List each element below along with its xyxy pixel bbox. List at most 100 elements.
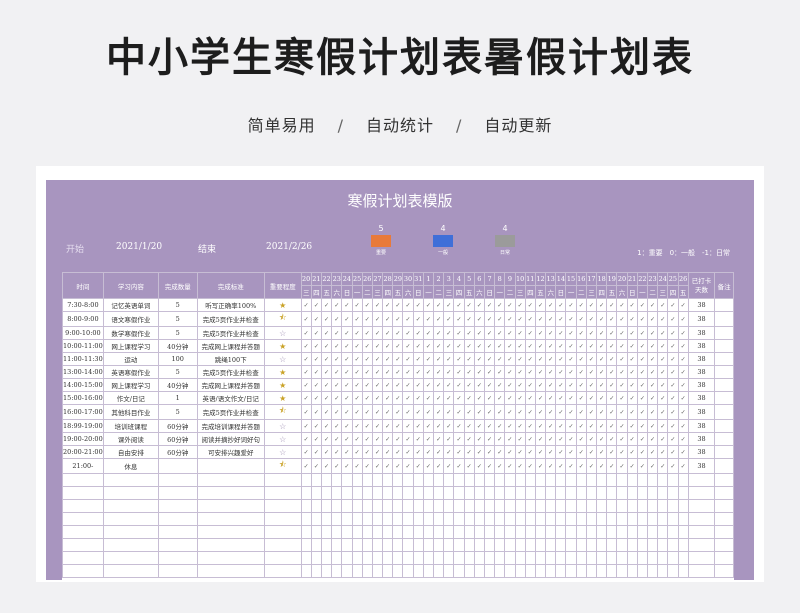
check-cell[interactable]: ✓ [361,391,373,405]
check-cell[interactable]: ✓ [677,458,689,474]
check-cell[interactable]: ✓ [351,404,363,420]
cell-content[interactable]: 记忆英语单词 [102,298,159,312]
check-cell[interactable]: ✓ [646,365,659,379]
empty-cell[interactable] [310,551,322,565]
check-cell[interactable]: ✓ [524,458,536,474]
cell-remark[interactable] [714,298,734,312]
check-cell[interactable]: ✓ [667,419,679,433]
check-cell[interactable]: ✓ [433,391,445,405]
empty-cell[interactable] [463,551,475,565]
cell-importance[interactable]: ★ [263,391,302,405]
empty-cell[interactable] [555,551,567,565]
check-cell[interactable]: ✓ [626,432,638,446]
cell-standard[interactable]: 完成5页作业并检查 [196,365,265,379]
check-cell[interactable]: ✓ [606,311,618,327]
check-cell[interactable]: ✓ [524,352,536,366]
check-cell[interactable]: ✓ [606,419,618,433]
empty-cell[interactable] [361,473,373,487]
check-cell[interactable]: ✓ [504,458,516,474]
check-cell[interactable]: ✓ [636,458,648,474]
check-cell[interactable]: ✓ [504,311,516,327]
check-cell[interactable]: ✓ [606,378,618,392]
empty-cell[interactable] [534,473,547,487]
cell-time[interactable]: 16:00-17:00 [62,404,104,420]
check-cell[interactable]: ✓ [351,326,363,340]
check-cell[interactable]: ✓ [504,378,516,392]
empty-cell[interactable] [687,512,716,526]
empty-cell[interactable] [310,486,322,500]
check-cell[interactable]: ✓ [636,365,648,379]
check-cell[interactable]: ✓ [453,445,465,459]
check-cell[interactable]: ✓ [310,419,322,433]
check-cell[interactable]: ✓ [657,365,669,379]
empty-cell[interactable] [657,551,669,565]
check-cell[interactable]: ✓ [300,419,312,433]
check-cell[interactable]: ✓ [371,432,384,446]
check-cell[interactable]: ✓ [657,326,669,340]
empty-cell[interactable] [351,473,363,487]
empty-cell[interactable] [494,564,506,578]
empty-cell[interactable] [636,551,648,565]
check-cell[interactable]: ✓ [382,365,394,379]
check-cell[interactable]: ✓ [331,352,343,366]
check-cell[interactable]: ✓ [361,419,373,433]
cell-importance[interactable]: ☆ [263,445,302,459]
empty-cell[interactable] [157,486,198,500]
empty-cell[interactable] [300,551,312,565]
empty-cell[interactable] [371,564,384,578]
check-cell[interactable]: ✓ [596,419,608,433]
check-cell[interactable]: ✓ [565,365,577,379]
cell-standard[interactable]: 完成5页作业并检查 [196,326,265,340]
check-cell[interactable]: ✓ [534,326,547,340]
empty-cell[interactable] [545,525,557,539]
check-cell[interactable]: ✓ [351,365,363,379]
check-cell[interactable]: ✓ [433,352,445,366]
check-cell[interactable]: ✓ [524,391,536,405]
check-cell[interactable]: ✓ [585,419,598,433]
check-cell[interactable]: ✓ [646,445,659,459]
empty-cell[interactable] [412,486,424,500]
empty-cell[interactable] [575,564,587,578]
empty-cell[interactable] [443,473,455,487]
check-cell[interactable]: ✓ [504,445,516,459]
empty-cell[interactable] [320,538,333,552]
empty-cell[interactable] [463,512,475,526]
cell-standard[interactable]: 完成培训课程并答题 [196,419,265,433]
check-cell[interactable]: ✓ [402,432,414,446]
check-cell[interactable]: ✓ [483,298,496,312]
check-cell[interactable]: ✓ [310,458,322,474]
empty-cell[interactable] [300,499,312,513]
check-cell[interactable]: ✓ [555,311,567,327]
empty-cell[interactable] [196,538,265,552]
check-cell[interactable]: ✓ [412,432,424,446]
empty-cell[interactable] [483,538,496,552]
check-cell[interactable]: ✓ [361,445,373,459]
check-cell[interactable]: ✓ [300,445,312,459]
check-cell[interactable]: ✓ [596,352,608,366]
check-cell[interactable]: ✓ [310,404,322,420]
check-cell[interactable]: ✓ [412,445,424,459]
cell-standard[interactable]: 完成网上课程并答题 [196,378,265,392]
check-cell[interactable]: ✓ [504,391,516,405]
cell-remark[interactable] [714,391,734,405]
empty-cell[interactable] [412,564,424,578]
empty-cell[interactable] [263,512,302,526]
check-cell[interactable]: ✓ [575,339,587,353]
cell-content[interactable]: 培训班课程 [102,419,159,433]
empty-cell[interactable] [616,564,628,578]
check-cell[interactable]: ✓ [310,352,322,366]
empty-cell[interactable] [596,473,608,487]
check-cell[interactable]: ✓ [453,352,465,366]
check-cell[interactable]: ✓ [453,404,465,420]
check-cell[interactable]: ✓ [626,326,638,340]
empty-cell[interactable] [422,473,435,487]
check-cell[interactable]: ✓ [585,378,598,392]
empty-cell[interactable] [555,525,567,539]
empty-cell[interactable] [402,473,414,487]
check-cell[interactable]: ✓ [300,378,312,392]
check-cell[interactable]: ✓ [433,432,445,446]
check-cell[interactable]: ✓ [331,445,343,459]
check-cell[interactable]: ✓ [341,311,353,327]
check-cell[interactable]: ✓ [463,404,475,420]
empty-cell[interactable] [677,551,689,565]
